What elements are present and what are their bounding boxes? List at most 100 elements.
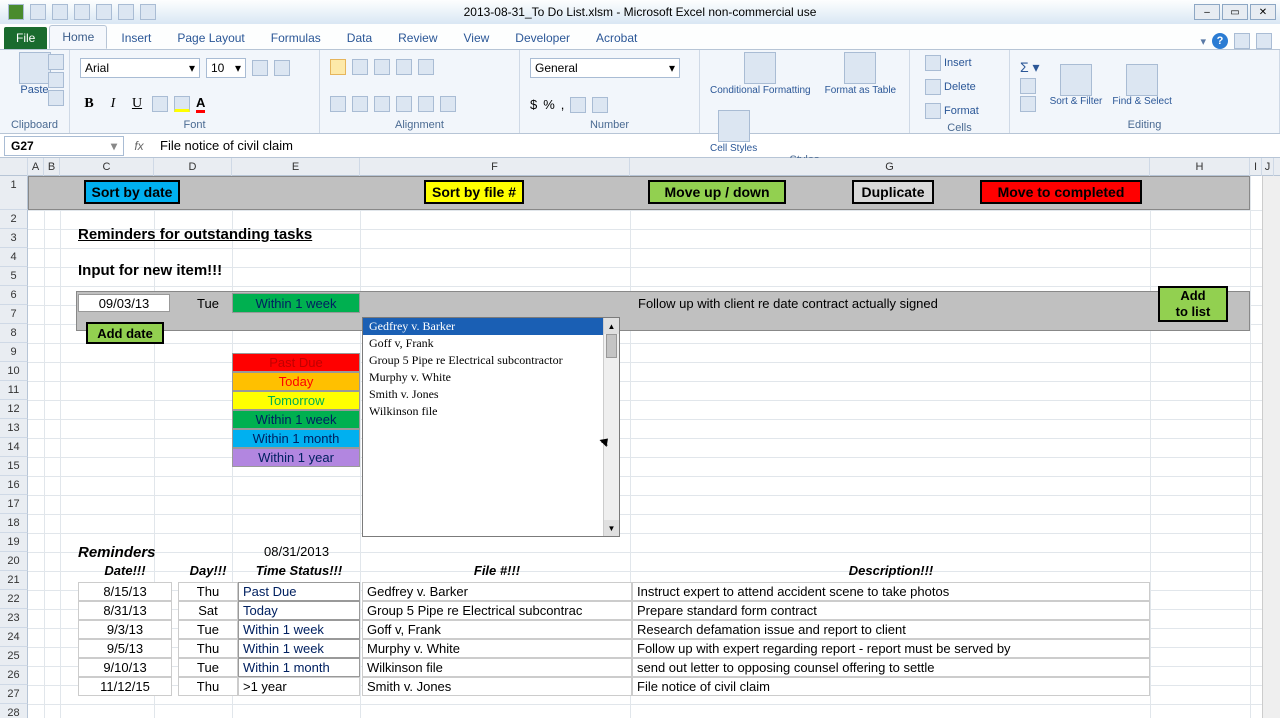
vertical-scrollbar[interactable] (1262, 176, 1280, 718)
table-cell[interactable]: Thu (178, 639, 238, 658)
minimize-ribbon-icon[interactable]: ▾ (1200, 35, 1206, 48)
scroll-down-icon[interactable]: ▼ (604, 520, 619, 536)
dropdown-item[interactable]: Murphy v. White (363, 369, 603, 386)
col-header-J[interactable]: J (1262, 158, 1274, 176)
font-color-button[interactable]: A (196, 95, 205, 113)
tab-data[interactable]: Data (335, 27, 384, 49)
col-header-D[interactable]: D (154, 158, 232, 176)
underline-button[interactable]: U (128, 96, 146, 112)
comma-icon[interactable]: , (561, 97, 565, 113)
col-header-[interactable] (0, 158, 28, 176)
move-to-completed-button[interactable]: Move to completed (980, 180, 1142, 204)
table-cell[interactable]: Instruct expert to attend accident scene… (632, 582, 1150, 601)
copy-icon[interactable] (48, 72, 64, 88)
tab-formulas[interactable]: Formulas (259, 27, 333, 49)
col-header-H[interactable]: H (1150, 158, 1250, 176)
autosum-icon[interactable]: Σ ▾ (1020, 59, 1040, 76)
table-cell[interactable]: send out letter to opposing counsel offe… (632, 658, 1150, 677)
minimize-button[interactable]: – (1194, 4, 1220, 20)
column-headers[interactable]: ABCDEFGHIJ (0, 158, 1280, 176)
row-header-13[interactable]: 13 (0, 419, 28, 438)
dropdown-item[interactable]: Goff v, Frank (363, 335, 603, 352)
row-header-9[interactable]: 9 (0, 343, 28, 362)
table-cell[interactable]: 9/10/13 (78, 658, 172, 677)
italic-button[interactable]: I (104, 96, 122, 112)
row-header-18[interactable]: 18 (0, 514, 28, 533)
row-header-20[interactable]: 20 (0, 552, 28, 571)
borders-icon[interactable] (118, 4, 134, 20)
table-cell[interactable]: File notice of civil claim (632, 677, 1150, 696)
row-header-2[interactable]: 2 (0, 210, 28, 229)
picture-icon[interactable] (140, 4, 156, 20)
dropdown-item[interactable]: Gedfrey v. Barker (363, 318, 603, 335)
row-header-21[interactable]: 21 (0, 571, 28, 590)
dropdown-scrollbar[interactable]: ▲ ▼ (603, 318, 619, 536)
conditional-format-icon[interactable] (744, 52, 776, 84)
window-min-icon[interactable] (1234, 33, 1250, 49)
row-header-19[interactable]: 19 (0, 533, 28, 552)
close-button[interactable]: ✕ (1250, 4, 1276, 20)
table-cell[interactable]: Within 1 week (238, 639, 360, 658)
orientation-icon[interactable] (396, 59, 412, 75)
table-cell[interactable]: 9/5/13 (78, 639, 172, 658)
move-up-down-button[interactable]: Move up / down (648, 180, 786, 204)
dropdown-item[interactable]: Group 5 Pipe re Electrical subcontractor (363, 352, 603, 369)
table-cell[interactable]: Thu (178, 582, 238, 601)
table-cell[interactable]: Prepare standard form contract (632, 601, 1150, 620)
table-cell[interactable]: Sat (178, 601, 238, 620)
input-description-cell[interactable]: Follow up with client re date contract a… (632, 294, 1148, 312)
maximize-button[interactable]: ▭ (1222, 4, 1248, 20)
align-right-icon[interactable] (374, 96, 390, 112)
row-header-1[interactable]: 1 (0, 176, 28, 210)
table-cell[interactable]: Murphy v. White (362, 639, 632, 658)
align-middle-icon[interactable] (352, 59, 368, 75)
tab-home[interactable]: Home (49, 25, 107, 49)
table-cell[interactable]: >1 year (238, 677, 360, 696)
row-headers[interactable]: 1234567891011121314151617181920212223242… (0, 176, 28, 718)
grow-font-icon[interactable] (252, 60, 268, 76)
row-header-24[interactable]: 24 (0, 628, 28, 647)
col-header-E[interactable]: E (232, 158, 360, 176)
dec-decimal-icon[interactable] (592, 97, 608, 113)
table-cell[interactable]: 8/31/13 (78, 601, 172, 620)
input-date-cell[interactable]: 09/03/13 (78, 294, 170, 312)
align-center-icon[interactable] (352, 96, 368, 112)
table-cell[interactable]: Within 1 week (238, 620, 360, 639)
tab-insert[interactable]: Insert (109, 27, 163, 49)
tab-acrobat[interactable]: Acrobat (584, 27, 649, 49)
indent-inc-icon[interactable] (418, 96, 434, 112)
inc-decimal-icon[interactable] (570, 97, 586, 113)
fx-icon[interactable]: fx (124, 139, 154, 153)
help-icon[interactable]: ? (1212, 33, 1228, 49)
dropdown-item[interactable]: Smith v. Jones (363, 386, 603, 403)
tab-review[interactable]: Review (386, 27, 449, 49)
indent-dec-icon[interactable] (396, 96, 412, 112)
add-to-list-button[interactable]: Add to list (1158, 286, 1228, 322)
add-date-button[interactable]: Add date (86, 322, 164, 344)
fill-icon[interactable] (1020, 78, 1036, 94)
sort-filter-icon[interactable] (1060, 64, 1092, 96)
row-header-22[interactable]: 22 (0, 590, 28, 609)
row-header-28[interactable]: 28 (0, 704, 28, 718)
col-header-C[interactable]: C (60, 158, 154, 176)
clear-icon[interactable] (1020, 96, 1036, 112)
table-cell[interactable]: 9/3/13 (78, 620, 172, 639)
align-bottom-icon[interactable] (374, 59, 390, 75)
scroll-thumb[interactable] (606, 334, 617, 358)
align-top-icon[interactable] (330, 59, 346, 75)
delete-cells-button[interactable]: Delete (920, 76, 981, 98)
save-icon[interactable] (30, 4, 46, 20)
dropdown-item[interactable]: Wilkinson file (363, 403, 603, 420)
sheet-cells[interactable]: Sort by date Sort by file # Move up / do… (28, 176, 1280, 718)
table-cell[interactable]: Wilkinson file (362, 658, 632, 677)
name-box[interactable]: G27▾ (4, 136, 124, 156)
tab-developer[interactable]: Developer (503, 27, 582, 49)
undo-icon[interactable] (52, 4, 68, 20)
row-header-5[interactable]: 5 (0, 267, 28, 286)
col-header-I[interactable]: I (1250, 158, 1262, 176)
row-header-15[interactable]: 15 (0, 457, 28, 476)
row-header-14[interactable]: 14 (0, 438, 28, 457)
worksheet[interactable]: ABCDEFGHIJ 12345678910111213141516171819… (0, 158, 1280, 718)
bold-button[interactable]: B (80, 96, 98, 112)
format-table-icon[interactable] (844, 52, 876, 84)
